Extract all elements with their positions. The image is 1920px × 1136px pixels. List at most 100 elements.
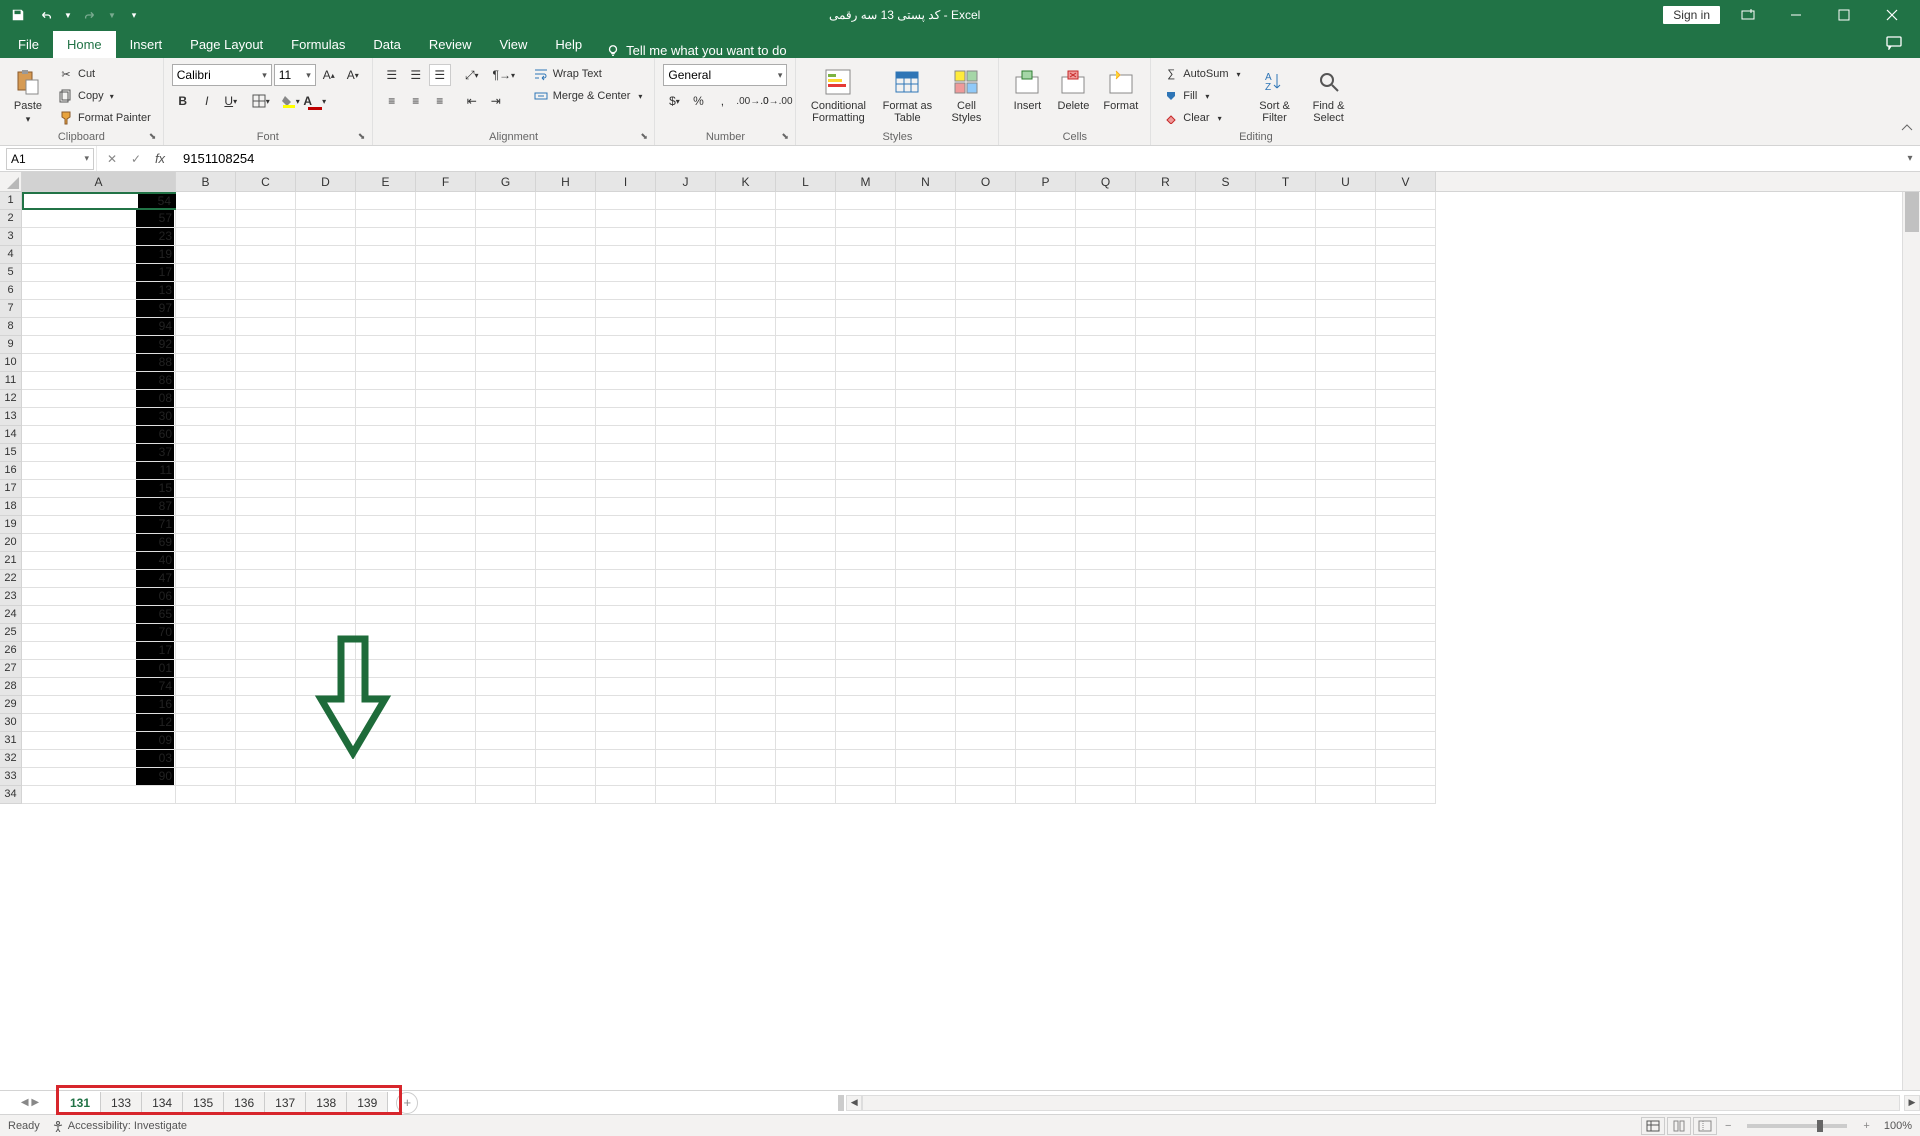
cell[interactable] (236, 300, 296, 318)
row-header[interactable]: 32 (0, 750, 22, 768)
new-sheet-button[interactable]: + (396, 1092, 418, 1114)
cell[interactable] (656, 300, 716, 318)
cell[interactable] (1376, 516, 1436, 534)
cell[interactable] (716, 480, 776, 498)
align-left-button[interactable]: ≡ (381, 90, 403, 112)
cell[interactable] (536, 282, 596, 300)
cell[interactable] (1076, 678, 1136, 696)
cell[interactable] (1196, 246, 1256, 264)
cell[interactable] (476, 444, 536, 462)
cell[interactable] (836, 606, 896, 624)
cell[interactable] (956, 732, 1016, 750)
cell[interactable] (1016, 282, 1076, 300)
col-header-O[interactable]: O (956, 172, 1016, 191)
cell[interactable] (296, 408, 356, 426)
cell[interactable] (956, 588, 1016, 606)
cell[interactable] (356, 210, 416, 228)
cell[interactable] (1256, 606, 1316, 624)
cell[interactable] (476, 696, 536, 714)
cell[interactable] (1196, 282, 1256, 300)
cell[interactable] (536, 552, 596, 570)
cell[interactable] (296, 300, 356, 318)
cell[interactable] (1076, 192, 1136, 210)
cell[interactable] (356, 534, 416, 552)
col-header-I[interactable]: I (596, 172, 656, 191)
cell[interactable] (296, 372, 356, 390)
cell[interactable] (1316, 750, 1376, 768)
cell[interactable] (536, 210, 596, 228)
cell[interactable] (1076, 408, 1136, 426)
cell[interactable] (296, 246, 356, 264)
cell[interactable] (416, 768, 476, 786)
cell[interactable] (776, 732, 836, 750)
cell[interactable] (1256, 264, 1316, 282)
cell[interactable] (1136, 696, 1196, 714)
align-bottom-button[interactable]: ☰ (429, 64, 451, 86)
cell[interactable] (596, 624, 656, 642)
merge-center-button[interactable]: Merge & Center▾ (529, 86, 647, 106)
cell[interactable] (896, 426, 956, 444)
cell[interactable] (1016, 318, 1076, 336)
cell[interactable] (476, 408, 536, 426)
cell[interactable] (416, 642, 476, 660)
cell[interactable] (716, 372, 776, 390)
formula-input[interactable] (175, 148, 1900, 170)
cell[interactable] (416, 444, 476, 462)
cell[interactable] (596, 480, 656, 498)
cell[interactable] (416, 426, 476, 444)
cell[interactable] (1376, 336, 1436, 354)
cell[interactable] (356, 408, 416, 426)
cell[interactable] (1196, 480, 1256, 498)
cell[interactable] (1196, 660, 1256, 678)
cell[interactable] (836, 336, 896, 354)
cell[interactable] (356, 462, 416, 480)
align-middle-button[interactable]: ☰ (405, 64, 427, 86)
cell[interactable] (416, 372, 476, 390)
cell[interactable] (236, 642, 296, 660)
cell[interactable]: 912837 (22, 444, 176, 462)
cell[interactable] (896, 390, 956, 408)
col-header-U[interactable]: U (1316, 172, 1376, 191)
cell[interactable] (476, 300, 536, 318)
cell[interactable] (1196, 624, 1256, 642)
cell[interactable]: 912817 (22, 642, 176, 660)
cell[interactable] (1016, 534, 1076, 552)
cell[interactable] (956, 696, 1016, 714)
cell[interactable] (236, 714, 296, 732)
cell[interactable] (896, 588, 956, 606)
cell[interactable] (956, 750, 1016, 768)
cell[interactable]: 912890 (22, 768, 176, 786)
cell[interactable] (656, 408, 716, 426)
cell[interactable] (356, 354, 416, 372)
row-header[interactable]: 17 (0, 480, 22, 498)
row-header[interactable]: 31 (0, 732, 22, 750)
cell[interactable] (656, 480, 716, 498)
cell[interactable] (1376, 390, 1436, 408)
cell[interactable] (536, 426, 596, 444)
cell[interactable] (1196, 228, 1256, 246)
cell[interactable] (656, 768, 716, 786)
col-header-E[interactable]: E (356, 172, 416, 191)
cell[interactable] (1376, 300, 1436, 318)
cell[interactable] (476, 714, 536, 732)
cell[interactable]: 912816 (22, 696, 176, 714)
cell[interactable] (1136, 426, 1196, 444)
cell[interactable] (836, 246, 896, 264)
cell[interactable] (836, 588, 896, 606)
cell[interactable] (1076, 426, 1136, 444)
cell[interactable] (836, 534, 896, 552)
cell[interactable] (716, 426, 776, 444)
cell[interactable] (716, 732, 776, 750)
cell[interactable] (236, 246, 296, 264)
cell[interactable]: 912817 (22, 264, 176, 282)
cell[interactable] (1196, 714, 1256, 732)
cell[interactable] (296, 552, 356, 570)
cell[interactable] (896, 372, 956, 390)
undo-dropdown[interactable]: ▼ (62, 3, 74, 27)
undo-button[interactable] (34, 3, 58, 27)
cell[interactable] (1376, 246, 1436, 264)
cell[interactable] (656, 624, 716, 642)
cell[interactable] (1196, 516, 1256, 534)
page-layout-view-button[interactable] (1667, 1117, 1691, 1135)
row-header[interactable]: 28 (0, 678, 22, 696)
